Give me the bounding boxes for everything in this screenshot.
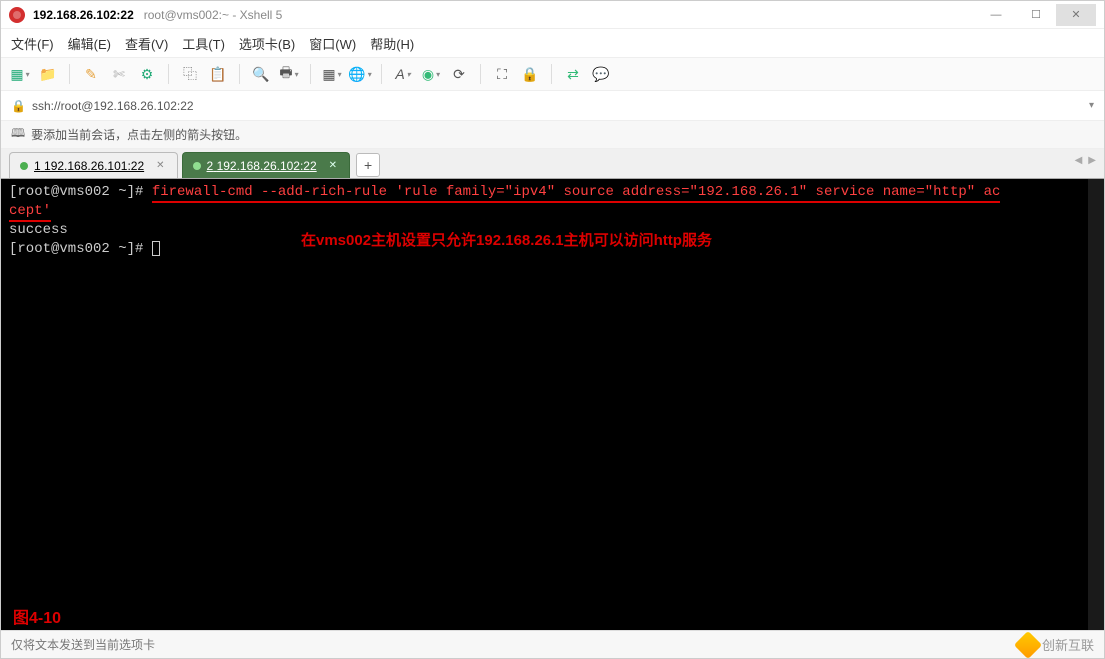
open-icon[interactable]: 📁 [37,63,59,85]
separator [381,64,382,84]
bookmark-icon[interactable]: 🕮 [11,124,25,145]
lock-icon: 🔒 [11,99,26,113]
address-dropdown-icon[interactable]: ▾ [1089,100,1094,111]
menu-edit[interactable]: 编辑(E) [68,34,111,53]
title-host: 192.168.26.102:22 [33,8,134,22]
scissors-icon[interactable]: ✄ [108,63,130,85]
menu-tools[interactable]: 工具(T) [182,34,225,53]
menu-file[interactable]: 文件(F) [11,34,54,53]
command-text-cont: cept' [9,203,51,222]
toolbar: ▦ 📁 ✎ ✄ ⚙ ⿻ 📋 🔍 🖶 ▦ 🌐 A ◉ ⟳ ⛶ 🔒 ⇄ 💬 [1,57,1104,91]
separator [239,64,240,84]
chat-icon[interactable]: 💬 [590,63,612,85]
address-url[interactable]: ssh://root@192.168.26.102:22 [32,99,1089,113]
new-session-icon[interactable]: ▦ [9,63,31,85]
font-icon[interactable]: A [392,63,414,85]
close-button[interactable]: ✕ [1056,4,1096,26]
statusbar: 仅将文本发送到当前选项卡 创新互联 [1,630,1104,658]
fullscreen-icon[interactable]: ⛶ [491,63,513,85]
prompt: [root@vms002 ~]# [9,184,152,200]
color-icon[interactable]: ◉ [420,63,442,85]
tab-prev-icon[interactable]: ◀ [1075,155,1083,166]
layout-icon[interactable]: ▦ [321,63,343,85]
tab-add-button[interactable]: + [356,153,380,177]
status-dot-icon [20,162,28,170]
menu-window[interactable]: 窗口(W) [309,34,356,53]
tab-next-icon[interactable]: ▶ [1088,155,1096,166]
minimize-button[interactable]: — [976,4,1016,26]
status-dot-icon [193,162,201,170]
globe-icon[interactable]: 🌐 [349,63,371,85]
maximize-button[interactable]: ☐ [1016,4,1056,26]
separator [69,64,70,84]
tab-close-icon[interactable]: ✕ [329,160,337,171]
app-window: 192.168.26.102:22 root@vms002:~ - Xshell… [0,0,1105,659]
watermark-icon [1014,630,1042,658]
tab-close-icon[interactable]: ✕ [156,160,164,171]
app-icon [9,7,25,23]
tab-session-1[interactable]: 1 192.168.26.101:22 ✕ [9,152,178,178]
prompt: [root@vms002 ~]# [9,241,152,257]
watermark: 创新互联 [1018,635,1094,655]
separator [310,64,311,84]
figure-label: 图4-10 [13,609,61,628]
find-icon[interactable]: 🔍 [250,63,272,85]
separator [168,64,169,84]
menu-help[interactable]: 帮助(H) [370,34,414,53]
refresh-icon[interactable]: ⟳ [448,63,470,85]
status-text: 仅将文本发送到当前选项卡 [11,636,155,653]
tab-session-2[interactable]: 2 192.168.26.102:22 ✕ [182,152,351,178]
print-icon[interactable]: 🖶 [278,63,300,85]
copy-icon[interactable]: ⿻ [179,63,201,85]
annotation-text: 在vms002主机设置只允许192.168.26.1主机可以访问http服务 [301,231,712,250]
properties-icon[interactable]: ⚙ [136,63,158,85]
terminal-scrollbar[interactable] [1088,179,1104,630]
separator [480,64,481,84]
tabbar: 1 192.168.26.101:22 ✕ 2 192.168.26.102:2… [1,149,1104,179]
paste-icon[interactable]: 📋 [207,63,229,85]
addressbar: 🔒 ssh://root@192.168.26.102:22 ▾ [1,91,1104,121]
infobar: 🕮 要添加当前会话，点击左侧的箭头按钮。 [1,121,1104,149]
menu-view[interactable]: 查看(V) [125,34,168,53]
separator [551,64,552,84]
command-text: firewall-cmd --add-rich-rule 'rule famil… [152,184,1001,203]
menubar: 文件(F) 编辑(E) 查看(V) 工具(T) 选项卡(B) 窗口(W) 帮助(… [1,29,1104,57]
title-subtitle: root@vms002:~ - Xshell 5 [144,8,283,22]
infobar-text: 要添加当前会话，点击左侧的箭头按钮。 [31,126,247,143]
pencil-icon[interactable]: ✎ [80,63,102,85]
cursor-icon [152,241,160,256]
menu-tabs[interactable]: 选项卡(B) [239,34,295,53]
transfer-icon[interactable]: ⇄ [562,63,584,85]
tab-nav: ◀ ▶ [1075,155,1096,166]
lock-icon[interactable]: 🔒 [519,63,541,85]
terminal[interactable]: [root@vms002 ~]# firewall-cmd --add-rich… [1,179,1104,630]
titlebar: 192.168.26.102:22 root@vms002:~ - Xshell… [1,1,1104,29]
